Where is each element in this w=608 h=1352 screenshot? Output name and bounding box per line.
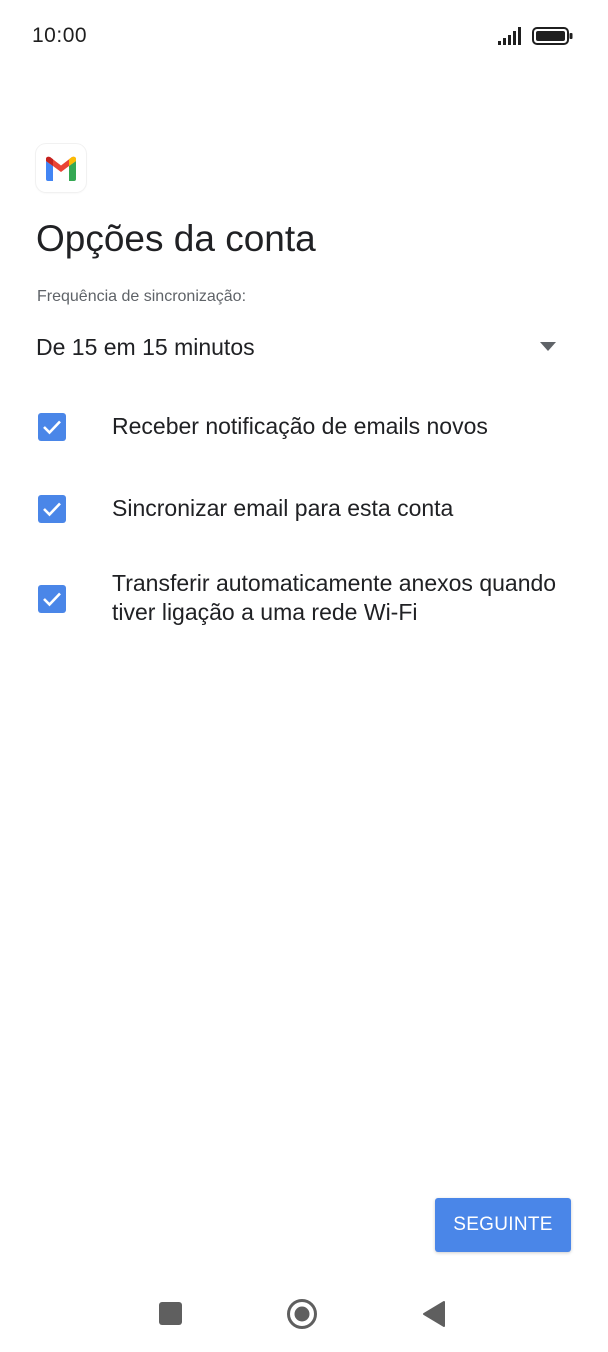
recent-apps-icon[interactable] xyxy=(159,1302,182,1325)
status-bar: 10:00 xyxy=(0,0,608,76)
battery-icon xyxy=(532,27,573,45)
screen: 10:00 Opções da conta Frequência de sinc… xyxy=(0,0,608,1352)
dropdown-arrow-icon xyxy=(540,342,556,351)
navigation-bar xyxy=(0,1280,608,1352)
option-label-new-email-notification: Receber notificação de emails novos xyxy=(112,413,488,439)
checkmark-icon xyxy=(43,502,61,517)
signal-icon xyxy=(498,27,521,45)
sync-frequency-dropdown[interactable]: De 15 em 15 minutos xyxy=(36,326,566,370)
option-label-sync-email: Sincronizar email para esta conta xyxy=(112,495,454,521)
gmail-icon xyxy=(46,156,76,181)
page-title: Opções da conta xyxy=(36,218,316,259)
option-sync-email[interactable]: Sincronizar email para esta conta xyxy=(0,490,608,530)
checkmark-icon xyxy=(43,592,61,607)
checkbox-auto-download-attachments[interactable] xyxy=(38,585,66,613)
home-icon[interactable] xyxy=(286,1298,318,1330)
checkmark-icon xyxy=(43,420,61,435)
checkbox-new-email-notification[interactable] xyxy=(38,413,66,441)
sync-frequency-value: De 15 em 15 minutos xyxy=(36,334,255,360)
back-icon[interactable] xyxy=(422,1300,446,1328)
status-time: 10:00 xyxy=(32,24,88,47)
checkbox-sync-email[interactable] xyxy=(38,495,66,523)
option-auto-download-attachments[interactable]: Transferir automaticamente anexos quando… xyxy=(0,566,608,632)
gmail-logo xyxy=(36,144,86,192)
next-button[interactable]: SEGUINTE xyxy=(435,1198,571,1252)
option-new-email-notification[interactable]: Receber notificação de emails novos xyxy=(0,408,608,448)
option-label-auto-download-attachments: Transferir automaticamente anexos quando… xyxy=(112,570,557,625)
sync-frequency-label: Frequência de sincronização: xyxy=(37,288,247,305)
